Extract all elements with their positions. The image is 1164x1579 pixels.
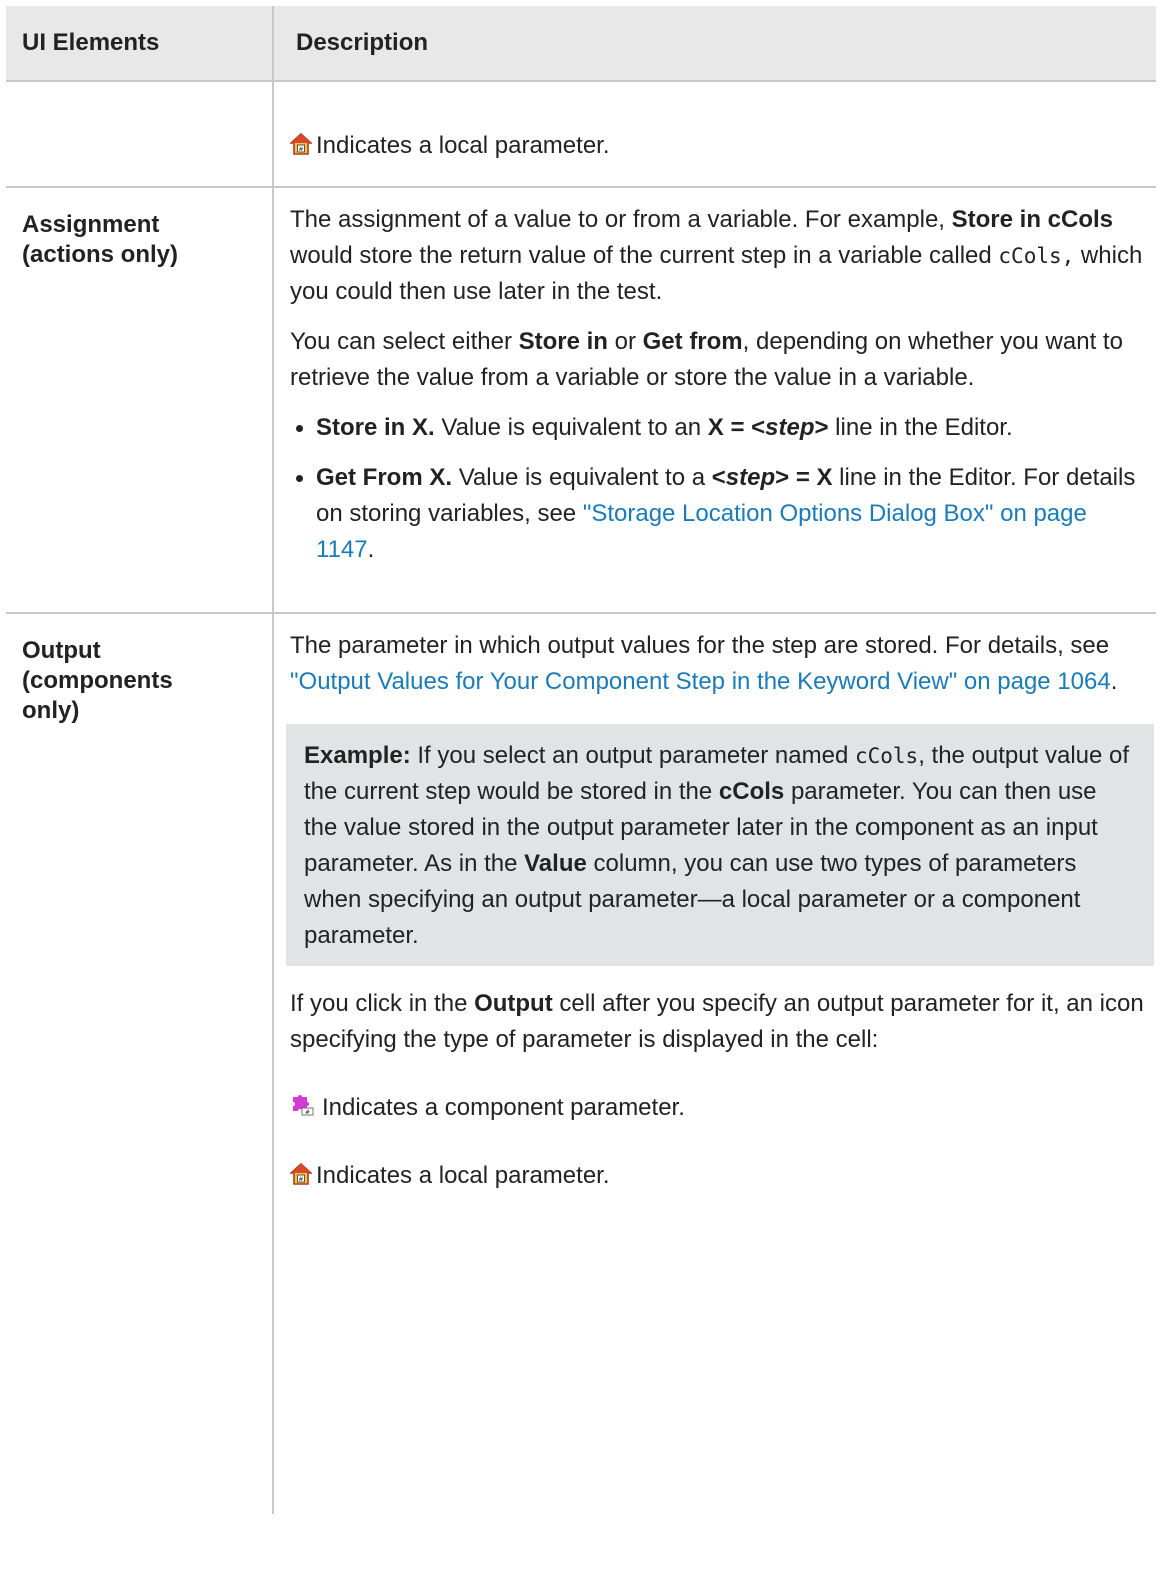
assignment-description: The assignment of a value to or from a v… [274,188,1156,612]
svg-text:#: # [305,1109,310,1116]
assignment-paragraph-2: You can select either Store in or Get fr… [290,328,1123,391]
table-row-assignment: Assignment (actions only) The assignment… [6,188,1156,614]
svg-text:#: # [298,146,303,153]
table-row-output: Output (components only) The parameter i… [6,614,1156,1514]
assignment-label: Assignment (actions only) [6,188,274,612]
header-ui-elements: UI Elements [6,6,274,80]
local-parameter-icon: # [290,133,312,155]
table-header: UI Elements Description [6,6,1156,82]
example-box: Example: If you select an output paramet… [286,724,1154,966]
output-description: The parameter in which output values for… [274,614,1156,1514]
local-param-line: # Indicates a local parameter. [290,1126,1144,1194]
local-param-line: # Indicates a local parameter. [290,82,1144,164]
list-item: Store in X. Value is equivalent to an X … [290,410,1144,446]
assignment-bullets: Store in X. Value is equivalent to an X … [290,396,1144,568]
assignment-paragraph-1: The assignment of a value to or from a v… [290,206,1143,305]
output-label: Output (components only) [6,614,274,1514]
output-paragraph-2: If you click in the Output cell after yo… [290,990,1144,1053]
header-description: Description [296,29,429,56]
row-label-empty [6,82,274,186]
output-values-link[interactable]: "Output Values for Your Component Step i… [290,668,1111,695]
ui-elements-table: UI Elements Description # Indicates a lo… [6,6,1156,1514]
svg-text:#: # [298,1176,303,1183]
list-item: Get From X. Value is equivalent to a <st… [290,460,1144,568]
local-parameter-icon: # [290,1163,312,1185]
component-param-line: # Indicates a component parameter. [290,1058,1144,1126]
row-description: # Indicates a local parameter. [274,82,1156,186]
component-parameter-icon: # [293,1095,314,1116]
table-row: # Indicates a local parameter. [6,82,1156,188]
output-paragraph-1: The parameter in which output values for… [290,632,1118,695]
